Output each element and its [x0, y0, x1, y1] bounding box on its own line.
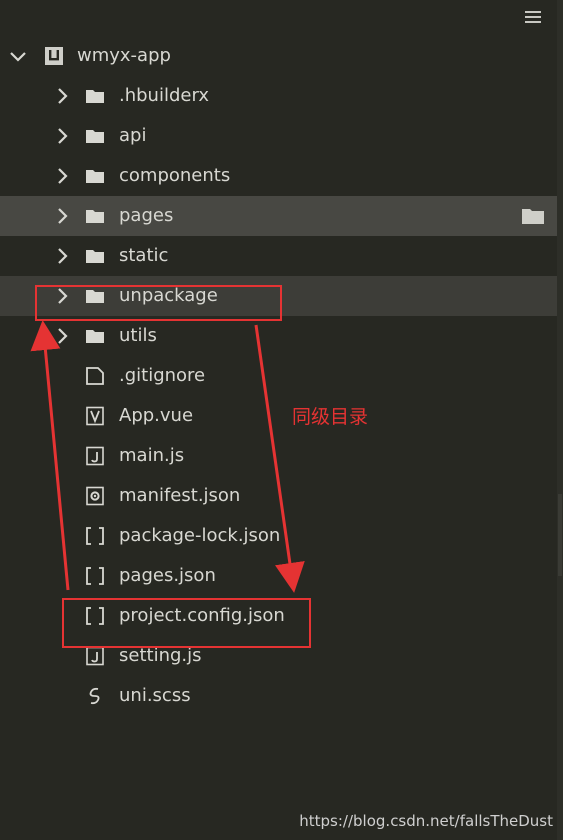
annotation-arrows — [30, 320, 305, 593]
arrow-down-to-project-config — [254, 324, 305, 593]
watermark-text: https://blog.csdn.net/fallsTheDust — [299, 812, 553, 830]
arrow-up-to-unpackage — [30, 320, 70, 591]
annotation-label: 同级目录 — [292, 406, 369, 428]
file-explorer-panel: wmyx-app .hbuilderx api components pages… — [0, 0, 563, 840]
